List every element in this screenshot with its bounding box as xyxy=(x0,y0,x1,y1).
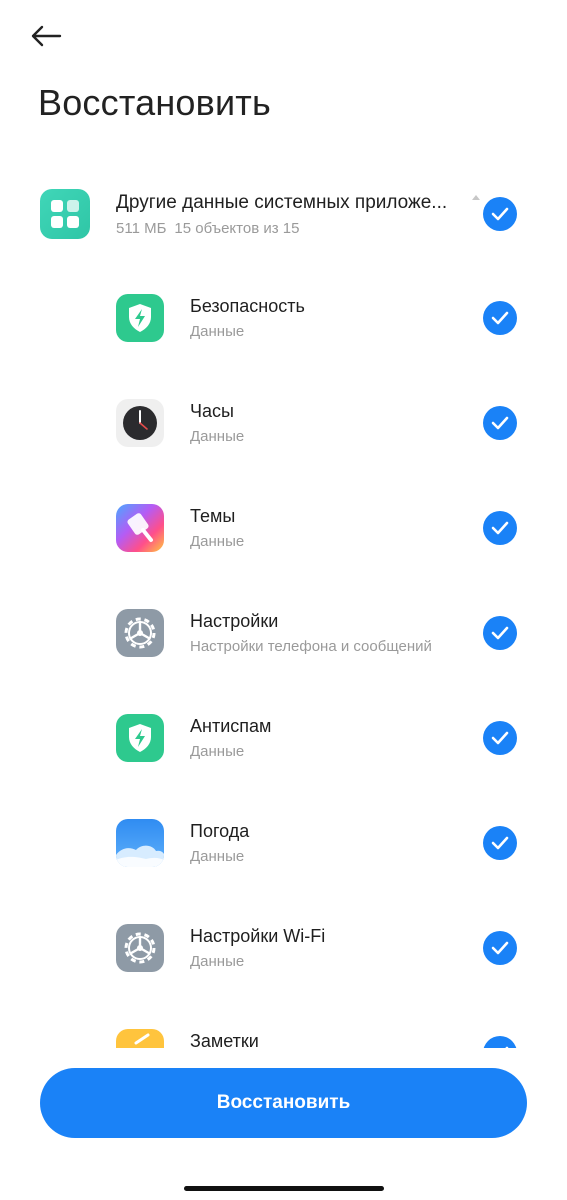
app-row-wifi-settings[interactable]: Настройки Wi-Fi Данные xyxy=(0,895,567,1000)
checkmark-icon xyxy=(491,416,509,430)
app-subtitle: Данные xyxy=(190,533,245,550)
app-name: Настройки xyxy=(190,611,279,631)
arrow-left-icon xyxy=(31,25,62,47)
page-title: Восстановить xyxy=(38,82,271,123)
app-row-settings[interactable]: Настройки Настройки телефона и сообщений xyxy=(0,580,567,685)
app-checkbox[interactable] xyxy=(483,301,517,335)
themes-brush-icon xyxy=(116,504,164,552)
app-name: Часы xyxy=(190,401,234,421)
app-name: Погода xyxy=(190,821,250,841)
app-row-notes[interactable]: Заметки xyxy=(0,1000,567,1048)
group-count: 15 объектов из 15 xyxy=(174,220,300,237)
notes-icon xyxy=(116,1029,164,1048)
app-checkbox[interactable] xyxy=(483,1036,517,1048)
app-row-clock[interactable]: Часы Данные xyxy=(0,370,567,475)
app-subtitle: Данные xyxy=(190,743,245,760)
app-subtitle: Данные xyxy=(190,953,245,970)
app-name: Настройки Wi-Fi xyxy=(190,926,326,946)
app-subtitle: Настройки телефона и сообщений xyxy=(190,638,432,655)
wifi-settings-gear-icon xyxy=(116,924,164,972)
group-row-system-apps[interactable]: Другие данные системных приложе... 511 М… xyxy=(0,160,567,268)
app-row-antispam[interactable]: Антиспам Данные xyxy=(0,685,567,790)
app-name: Темы xyxy=(190,506,236,526)
app-row-themes[interactable]: Темы Данные xyxy=(0,475,567,580)
checkmark-icon xyxy=(491,836,509,850)
app-row-security[interactable]: Безопасность Данные xyxy=(0,265,567,370)
caret-up-icon[interactable] xyxy=(472,195,480,200)
restore-button[interactable]: Восстановить xyxy=(40,1068,527,1138)
group-size: 511 МБ xyxy=(116,220,167,237)
settings-gear-icon xyxy=(116,609,164,657)
app-row-weather[interactable]: Погода Данные xyxy=(0,790,567,895)
security-shield-icon xyxy=(116,294,164,342)
checkmark-icon xyxy=(505,1046,509,1048)
app-checkbox[interactable] xyxy=(483,511,517,545)
antispam-shield-icon xyxy=(116,714,164,762)
app-subtitle: Данные xyxy=(190,428,245,445)
checkmark-icon xyxy=(491,941,509,955)
group-title: Другие данные системных приложе... xyxy=(116,192,448,213)
app-name: Безопасность xyxy=(190,296,305,316)
app-checkbox[interactable] xyxy=(483,406,517,440)
app-checkbox[interactable] xyxy=(483,931,517,965)
checkmark-icon xyxy=(491,731,509,745)
home-indicator[interactable] xyxy=(184,1186,384,1191)
checkmark-icon xyxy=(491,207,509,221)
restore-list[interactable]: Другие данные системных приложе... 511 М… xyxy=(0,160,567,1048)
app-name: Заметки xyxy=(190,1031,259,1048)
app-checkbox[interactable] xyxy=(483,616,517,650)
group-checkbox[interactable] xyxy=(483,197,517,231)
app-name: Антиспам xyxy=(190,716,272,736)
app-checkbox[interactable] xyxy=(483,721,517,755)
back-button[interactable] xyxy=(30,16,78,56)
app-subtitle: Данные xyxy=(190,848,245,865)
apps-grid-icon xyxy=(40,189,90,239)
app-subtitle: Данные xyxy=(190,323,245,340)
checkmark-icon xyxy=(491,521,509,535)
weather-cloud-icon xyxy=(116,819,164,867)
checkmark-icon xyxy=(491,311,509,325)
clock-icon xyxy=(116,399,164,447)
group-subtitle: 511 МБ 15 объектов из 15 xyxy=(116,220,299,237)
checkmark-icon xyxy=(491,626,509,640)
app-checkbox[interactable] xyxy=(483,826,517,860)
